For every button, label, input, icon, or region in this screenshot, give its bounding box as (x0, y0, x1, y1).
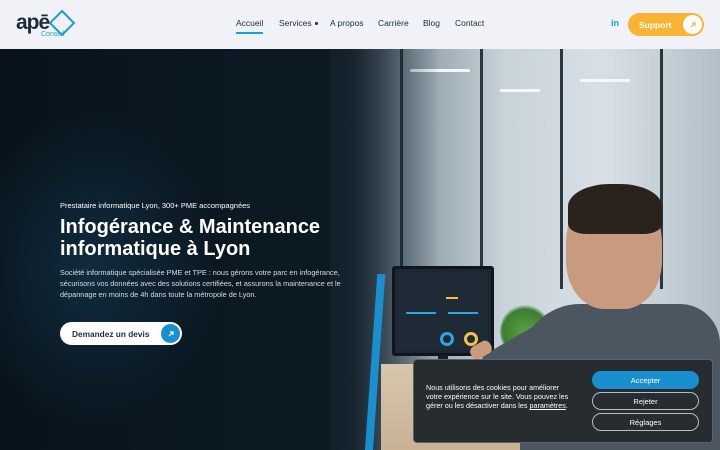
accept-cookies-button[interactable]: Accepter (592, 371, 699, 389)
support-button[interactable]: Support (628, 13, 704, 36)
cookie-message: Nous utilisons des cookies pour améliore… (426, 383, 576, 411)
nav-item-carriere[interactable]: Carrière (378, 18, 409, 28)
request-quote-label: Demandez un devis (72, 328, 150, 339)
nav-item-a-propos[interactable]: A propos (330, 18, 364, 28)
dropdown-dot-icon (314, 22, 318, 26)
arrow-up-right-icon (161, 324, 180, 343)
support-button-label: Support (639, 19, 672, 30)
reject-cookies-button[interactable]: Rejeter (592, 392, 699, 410)
hero-kicker: Prestataire informatique Lyon, 300+ PME … (60, 201, 251, 210)
cookie-settings-button[interactable]: Réglages (592, 413, 699, 431)
linkedin-icon[interactable]: in (611, 18, 619, 28)
arrow-up-right-icon (683, 15, 702, 34)
cookie-text-end: . (565, 401, 568, 411)
nav-item-blog[interactable]: Blog (423, 18, 440, 28)
logo-sub-text: Conseil (41, 31, 65, 38)
cookie-settings-link[interactable]: paramètres (529, 401, 565, 410)
hero-title: Infogérance & Maintenance informatique à… (60, 216, 321, 260)
site-header: apē Conseil Accueil Services A propos Ca… (0, 0, 720, 49)
cookie-banner: Nous utilisons des cookies pour améliore… (413, 359, 713, 443)
person-hair-image (568, 184, 662, 234)
nav-item-services-label: Services (279, 18, 312, 28)
ape-logo[interactable]: apē Conseil (14, 7, 76, 41)
nav-item-accueil[interactable]: Accueil (236, 18, 264, 34)
nav-item-contact[interactable]: Contact (455, 18, 484, 28)
nav-item-services[interactable]: Services (279, 18, 318, 28)
hero-description: Société informatique spécialisée PME et … (60, 268, 341, 299)
request-quote-button[interactable]: Demandez un devis (60, 322, 182, 345)
